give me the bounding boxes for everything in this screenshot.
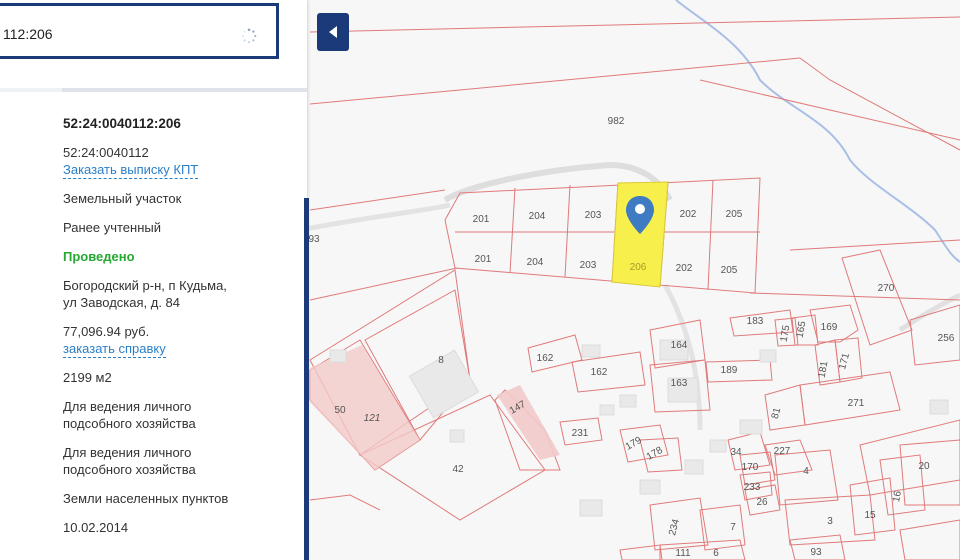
quarter-block: 52:24:0040112 Заказать выписку КПТ xyxy=(63,144,199,179)
parcel-label: 111 xyxy=(675,548,691,559)
parcel-label: 205 xyxy=(726,209,743,220)
parcel-label-selected: 206 xyxy=(630,262,647,273)
parcel-label: 4 xyxy=(803,466,809,477)
chevron-left-icon xyxy=(329,26,337,38)
address-line-2: ул Заводская, д. 84 xyxy=(63,295,181,310)
registration-date: 10.02.2014 xyxy=(63,520,129,535)
parcel-label: 204 xyxy=(529,211,546,222)
parcel-label: 93 xyxy=(308,234,320,245)
permitted-use-2: Для ведения личного подсобного хозяйства xyxy=(63,444,196,478)
parcel-label: 6 xyxy=(713,548,719,559)
parcel-label: 42 xyxy=(452,464,464,475)
parcel-label: 202 xyxy=(676,263,693,274)
search-input-value[interactable]: 112:206 xyxy=(3,26,53,42)
parcel-label: 202 xyxy=(680,209,697,220)
loading-spinner-icon xyxy=(241,28,257,44)
area: 2199 м2 xyxy=(63,370,112,385)
permitted-use-2-line-1: Для ведения личного xyxy=(63,445,192,460)
cadastral-number: 52:24:0040112:206 xyxy=(63,116,181,131)
cadastral-value: 77,096.94 руб. xyxy=(63,324,150,339)
permitted-use-1-line-1: Для ведения личного xyxy=(63,399,192,414)
parcel-label: 204 xyxy=(527,257,544,268)
quarter-number: 52:24:0040112 xyxy=(63,145,149,160)
parcel-label: 189 xyxy=(721,365,738,376)
parcel-label: 203 xyxy=(580,260,597,271)
parcel-label: 183 xyxy=(747,316,764,327)
parcel-label: 170 xyxy=(742,462,759,473)
parcel-label: 270 xyxy=(878,283,895,294)
permitted-use-1: Для ведения личного подсобного хозяйства xyxy=(63,398,196,432)
search-field[interactable]: 112:206 xyxy=(0,3,279,59)
parcel-label: 162 xyxy=(591,367,608,378)
address: Богородский р-н, п Кудьма, ул Заводская,… xyxy=(63,277,227,311)
collapse-panel-button[interactable] xyxy=(317,13,349,51)
parcel-label: 34 xyxy=(730,447,742,458)
permitted-use-1-line-2: подсобного хозяйства xyxy=(63,416,196,431)
parcel-label: 162 xyxy=(537,353,554,364)
parcel-label: 7 xyxy=(730,522,736,533)
parcel-label: 50 xyxy=(334,405,346,416)
permitted-use-2-line-2: подсобного хозяйства xyxy=(63,462,196,477)
land-category: Земли населенных пунктов xyxy=(63,491,229,506)
parcel-label: 20 xyxy=(918,461,930,472)
order-kpt-link[interactable]: Заказать выписку КПТ xyxy=(63,161,199,179)
parcel-label: 203 xyxy=(585,210,602,221)
parcel-label: 93 xyxy=(810,547,822,558)
parcel-label: 233 xyxy=(744,482,761,493)
parcel-label: 8 xyxy=(438,355,444,366)
parcel-label: 982 xyxy=(608,116,625,127)
parcel-label: 256 xyxy=(938,333,955,344)
app-root: 982 93 201 204 203 202 205 201 204 203 2… xyxy=(0,0,960,560)
parcel-label: 164 xyxy=(671,340,688,351)
parcel-label: 26 xyxy=(756,497,768,508)
parcel-label: 227 xyxy=(774,446,791,457)
parcel-label: 201 xyxy=(473,214,490,225)
info-panel: 112:206 52:24:0040112:206 52:24:0040112 … xyxy=(0,0,309,560)
registration-status: Ранее учтенный xyxy=(63,220,161,235)
parcel-label: 231 xyxy=(572,428,589,439)
parcel-label: 205 xyxy=(721,265,738,276)
parcel-label: 121 xyxy=(364,413,381,424)
panel-divider xyxy=(0,88,307,92)
survey-status: Проведено xyxy=(63,249,135,264)
address-line-1: Богородский р-н, п Кудьма, xyxy=(63,278,227,293)
parcel-label: 163 xyxy=(671,378,688,389)
object-type: Земельный участок xyxy=(63,191,182,206)
parcel-label: 201 xyxy=(475,254,492,265)
order-reference-link[interactable]: заказать справку xyxy=(63,340,166,358)
cadastral-value-block: 77,096.94 руб. заказать справку xyxy=(63,323,166,358)
parcel-label: 3 xyxy=(827,516,833,527)
parcel-label: 271 xyxy=(848,398,865,409)
parcel-label: 15 xyxy=(864,510,876,521)
panel-scrollbar[interactable] xyxy=(304,198,309,560)
parcel-label: 169 xyxy=(821,322,838,333)
